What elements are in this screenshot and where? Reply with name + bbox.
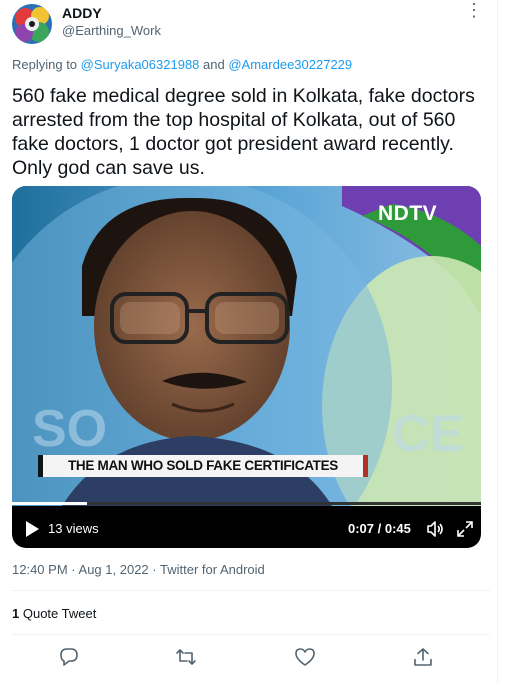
- divider: [12, 634, 490, 635]
- quote-label: Quote Tweet: [22, 606, 97, 621]
- video-progress-bar[interactable]: [12, 502, 481, 505]
- tweet-date[interactable]: Aug 1, 2022: [79, 562, 149, 577]
- retweet-icon[interactable]: [175, 646, 197, 668]
- svg-text:CE: CE: [392, 405, 464, 463]
- avatar[interactable]: [12, 4, 52, 44]
- divider: [12, 590, 490, 591]
- replying-to-joiner: and: [203, 57, 225, 72]
- tweet-source[interactable]: Twitter for Android: [160, 562, 265, 577]
- fullscreen-icon[interactable]: [456, 520, 474, 538]
- avatar-icon: [12, 4, 52, 44]
- volume-icon[interactable]: [426, 520, 444, 538]
- meta-separator: ·: [152, 562, 157, 577]
- author-handle[interactable]: @Earthing_Work: [62, 23, 161, 38]
- video-player[interactable]: SO CE NDTV THE MAN WHO SOLD FAKE CERTIFI…: [12, 186, 481, 548]
- video-timestamp: 0:07 / 0:45: [348, 521, 411, 536]
- share-icon[interactable]: [412, 646, 434, 668]
- tweet: ADDY @Earthing_Work ⋮ Replying to @Surya…: [0, 0, 497, 683]
- reply-user-link[interactable]: @Amardee30227229: [228, 57, 352, 72]
- reply-icon[interactable]: [58, 646, 80, 668]
- meta-separator: ·: [71, 562, 76, 577]
- more-options-icon[interactable]: ⋮: [462, 0, 486, 21]
- tweet-text: 560 fake medical degree sold in Kolkata,…: [12, 85, 475, 179]
- reply-user-link[interactable]: @Suryaka06321988: [81, 57, 200, 72]
- like-icon[interactable]: [294, 646, 316, 668]
- quote-tweets[interactable]: 1 Quote Tweet: [12, 606, 96, 621]
- quote-count: 1: [12, 606, 20, 621]
- video-progress-fill: [12, 502, 88, 505]
- replying-to: Replying to @Suryaka06321988 and @Amarde…: [12, 57, 352, 72]
- svg-text:SO: SO: [32, 400, 107, 458]
- author-name[interactable]: ADDY: [62, 5, 102, 21]
- view-count: 13 views: [48, 521, 99, 536]
- tweet-time[interactable]: 12:40 PM: [12, 562, 68, 577]
- channel-logo: NDTV: [378, 202, 438, 225]
- column-border: [497, 0, 498, 683]
- play-icon[interactable]: [24, 520, 40, 538]
- replying-to-prefix: Replying to: [12, 57, 78, 72]
- tweet-meta: 12:40 PM · Aug 1, 2022 · Twitter for And…: [12, 562, 265, 577]
- video-lower-third: THE MAN WHO SOLD FAKE CERTIFICATES: [38, 455, 368, 477]
